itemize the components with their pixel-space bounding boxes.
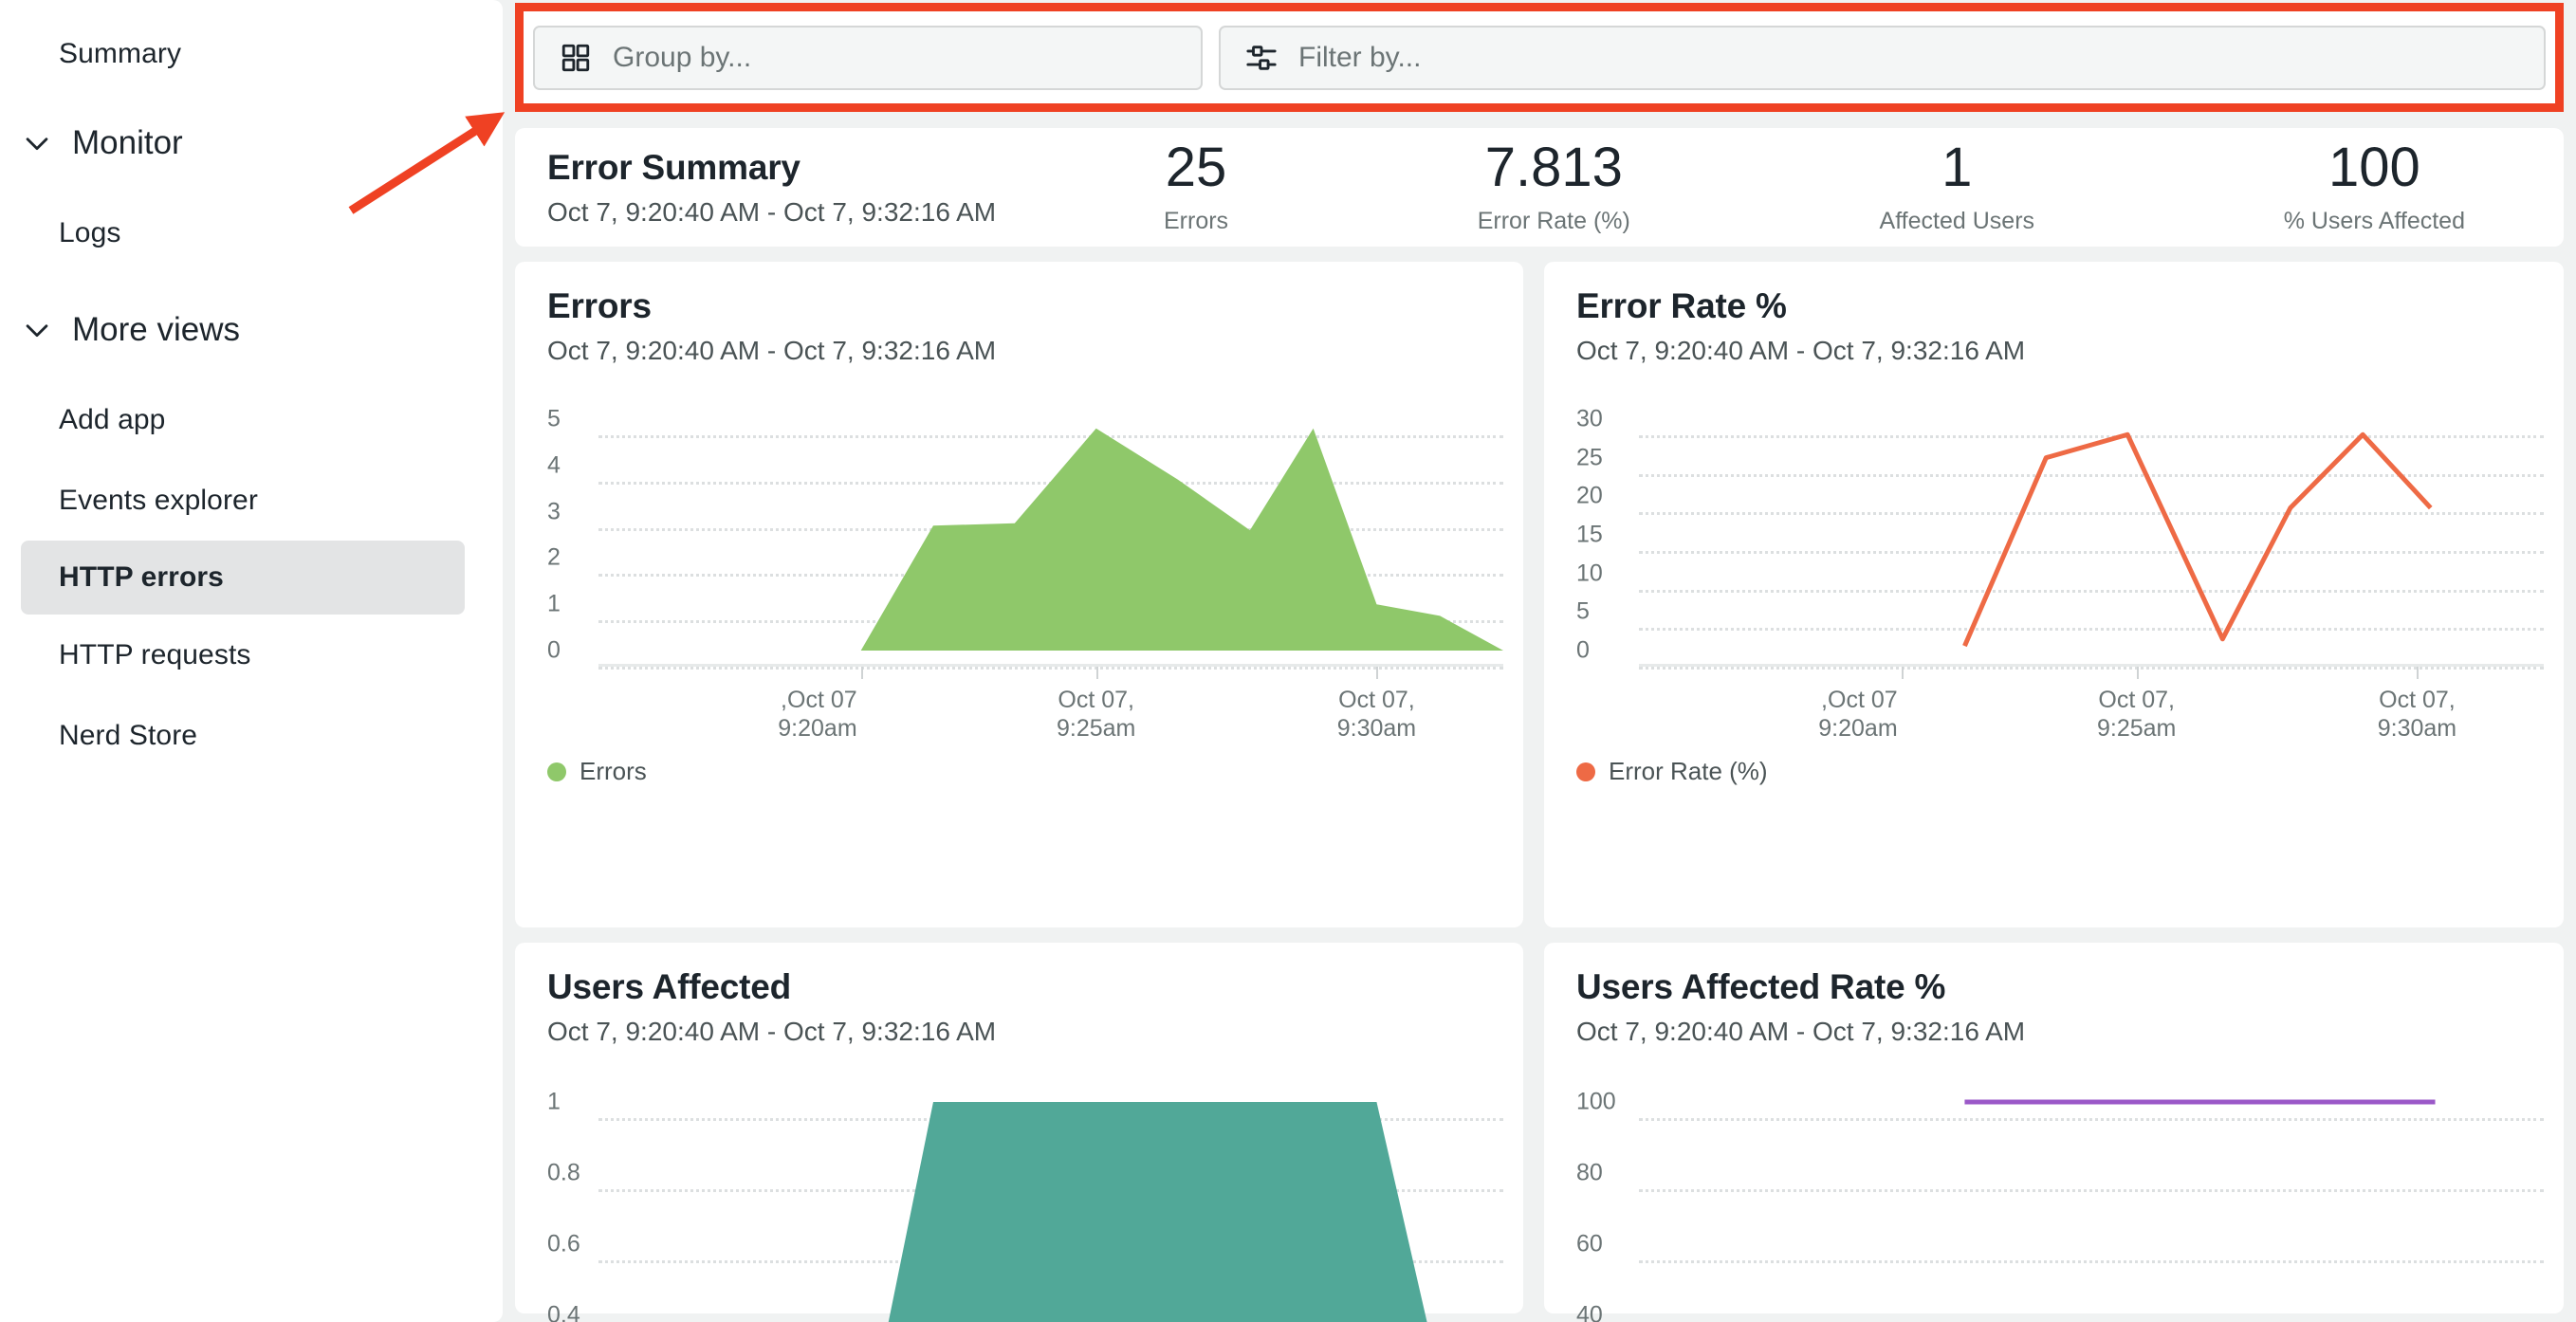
sidebar-item-label: HTTP errors <box>59 561 224 594</box>
metric-label: Errors <box>1164 208 1228 235</box>
x-axis-tick <box>1096 667 1098 679</box>
metric-error-rate: 7.813 Error Rate (%) <box>1478 139 1630 234</box>
main-content: Group by... Filter by... <box>503 0 2576 1322</box>
chart-series <box>547 391 1503 808</box>
errors-chart-plot[interactable]: 543210Oct 07, 9:20amOct 07, 9:25amOct 07… <box>547 391 1503 808</box>
summary-metrics: 25 Errors 7.813 Error Rate (%) 1 Affecte… <box>1154 139 2526 234</box>
chart-series <box>547 1072 1503 1299</box>
legend-swatch <box>1576 762 1595 781</box>
chart-series <box>1576 1072 2544 1299</box>
filter-by-input[interactable]: Filter by... <box>1219 26 2546 90</box>
metric-percent-users-affected: 100 % Users Affected <box>2284 139 2465 234</box>
sidebar-section-label: Monitor <box>72 124 183 162</box>
sidebar-item-label: Add app <box>59 404 165 436</box>
filter-by-placeholder: Filter by... <box>1298 42 1421 74</box>
legend-swatch <box>547 762 566 781</box>
filter-sliders-icon <box>1245 42 1278 74</box>
x-axis-tick <box>2417 667 2419 679</box>
error-rate-chart-legend[interactable]: Error Rate (%) <box>1576 757 1768 786</box>
sidebar-item-add-app[interactable]: Add app <box>0 379 503 460</box>
users-affected-chart-plot[interactable]: 10.80.60.4 <box>547 1072 1503 1299</box>
y-axis-tick-label: 40 <box>1576 1302 1603 1322</box>
app-root: Summary Monitor Logs More views Add app <box>0 0 2576 1322</box>
sidebar-item-http-requests[interactable]: HTTP requests <box>0 615 503 695</box>
metric-value: 7.813 <box>1478 139 1630 195</box>
x-axis-tick-label-clipped: Oct 07, 9:20am <box>1576 687 1898 743</box>
chart-title: Errors <box>547 286 1523 326</box>
sidebar-item-label: Nerd Store <box>59 720 197 752</box>
x-axis-tick-label: Oct 07, 9:30am <box>2312 687 2521 743</box>
metric-value: 1 <box>1880 139 2035 195</box>
x-axis-tick-label: Oct 07, 9:25am <box>992 687 1201 743</box>
line-series <box>1964 434 2430 646</box>
users-affected-chart-panel: Users Affected Oct 7, 9:20:40 AM - Oct 7… <box>515 943 1523 1313</box>
page-title: Error Summary <box>547 148 1154 188</box>
users-affected-rate-chart-plot[interactable]: 100806040 <box>1576 1072 2544 1299</box>
metric-label: Affected Users <box>1880 208 2035 235</box>
x-axis-line <box>598 664 1503 667</box>
metric-value: 100 <box>2284 139 2465 195</box>
x-axis-tick <box>2137 667 2139 679</box>
legend-label: Error Rate (%) <box>1609 757 1768 786</box>
x-axis-tick-label-clipped: Oct 07, 9:20am <box>547 687 857 743</box>
chart-subtitle: Oct 7, 9:20:40 AM - Oct 7, 9:32:16 AM <box>1576 1017 2564 1047</box>
x-axis-tick <box>1376 667 1378 679</box>
error-rate-chart-panel: Error Rate % Oct 7, 9:20:40 AM - Oct 7, … <box>1544 262 2564 927</box>
error-rate-chart-plot[interactable]: 302520151050Oct 07, 9:20amOct 07, 9:25am… <box>1576 391 2544 808</box>
area-series <box>861 429 1503 651</box>
metric-affected-users: 1 Affected Users <box>1880 139 2035 234</box>
errors-chart-legend[interactable]: Errors <box>547 757 647 786</box>
sidebar-item-logs[interactable]: Logs <box>0 193 503 273</box>
chart-subtitle: Oct 7, 9:20:40 AM - Oct 7, 9:32:16 AM <box>1576 336 2564 366</box>
x-axis-line <box>1639 664 2544 667</box>
metric-value: 25 <box>1164 139 1228 195</box>
group-by-input[interactable]: Group by... <box>533 26 1203 90</box>
x-axis-tick-label: Oct 07, 9:25am <box>2033 687 2241 743</box>
grid-squares-icon <box>560 42 592 74</box>
chart-subtitle: Oct 7, 9:20:40 AM - Oct 7, 9:32:16 AM <box>547 1017 1523 1047</box>
chevron-down-icon <box>15 121 59 165</box>
sidebar-item-label: Events explorer <box>59 485 258 517</box>
sidebar-item-http-errors[interactable]: HTTP errors <box>21 541 465 615</box>
sidebar-item-summary[interactable]: Summary <box>0 13 503 94</box>
summary-timerange: Oct 7, 9:20:40 AM - Oct 7, 9:32:16 AM <box>547 197 1154 228</box>
chart-title: Users Affected <box>547 967 1523 1007</box>
sidebar-item-nerd-store[interactable]: Nerd Store <box>0 695 503 776</box>
error-summary-panel: Error Summary Oct 7, 9:20:40 AM - Oct 7,… <box>515 128 2564 247</box>
x-axis-tick <box>861 667 863 679</box>
x-axis-tick-label: Oct 07, 9:30am <box>1272 687 1481 743</box>
users-affected-rate-chart-panel: Users Affected Rate % Oct 7, 9:20:40 AM … <box>1544 943 2564 1313</box>
y-axis-tick-label: 0.4 <box>547 1302 580 1322</box>
errors-chart-heading: Errors Oct 7, 9:20:40 AM - Oct 7, 9:32:1… <box>515 262 1523 366</box>
sidebar-item-label: HTTP requests <box>59 639 250 671</box>
legend-label: Errors <box>580 757 647 786</box>
sidebar-section-more-views[interactable]: More views <box>0 281 503 379</box>
sidebar: Summary Monitor Logs More views Add app <box>0 0 503 1322</box>
users-affected-chart-heading: Users Affected Oct 7, 9:20:40 AM - Oct 7… <box>515 943 1523 1047</box>
sidebar-item-events-explorer[interactable]: Events explorer <box>0 460 503 541</box>
chart-subtitle: Oct 7, 9:20:40 AM - Oct 7, 9:32:16 AM <box>547 336 1523 366</box>
query-toolbar: Group by... Filter by... <box>515 3 2564 112</box>
area-series <box>861 1102 1459 1322</box>
users-affected-rate-chart-heading: Users Affected Rate % Oct 7, 9:20:40 AM … <box>1544 943 2564 1047</box>
error-rate-chart-heading: Error Rate % Oct 7, 9:20:40 AM - Oct 7, … <box>1544 262 2564 366</box>
sidebar-section-monitor[interactable]: Monitor <box>0 94 503 193</box>
metric-label: % Users Affected <box>2284 208 2465 235</box>
sidebar-section-label: More views <box>72 311 240 349</box>
chevron-down-icon <box>15 308 59 352</box>
chart-series <box>1576 391 2544 808</box>
chart-title: Error Rate % <box>1576 286 2564 326</box>
chart-title: Users Affected Rate % <box>1576 967 2564 1007</box>
x-axis-tick <box>1902 667 1904 679</box>
metric-errors: 25 Errors <box>1164 139 1228 234</box>
group-by-placeholder: Group by... <box>613 42 751 74</box>
sidebar-item-label: Logs <box>59 217 120 249</box>
metric-label: Error Rate (%) <box>1478 208 1630 235</box>
error-summary-heading: Error Summary Oct 7, 9:20:40 AM - Oct 7,… <box>547 148 1154 228</box>
sidebar-item-label: Summary <box>59 38 181 70</box>
errors-chart-panel: Errors Oct 7, 9:20:40 AM - Oct 7, 9:32:1… <box>515 262 1523 927</box>
